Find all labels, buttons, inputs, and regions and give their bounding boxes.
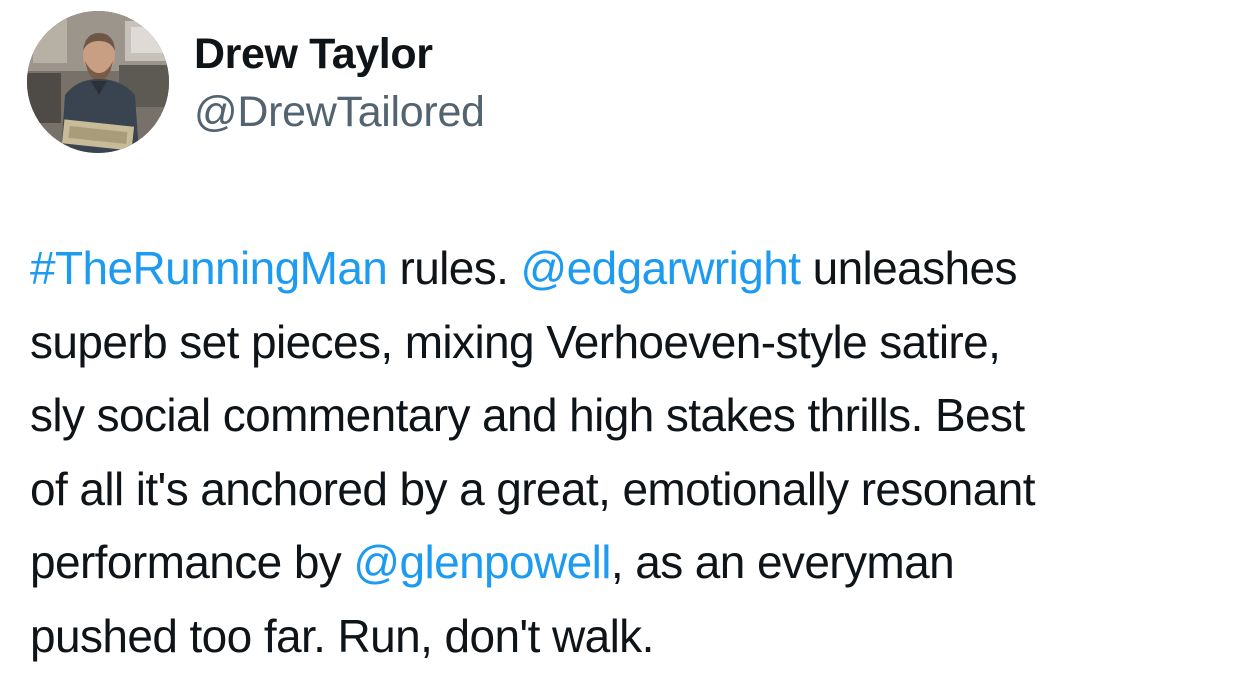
tweet-line: of all it's anchored by a great, emotion… [30,462,1036,515]
tweet-text-segment: rules. [387,242,521,294]
avatar-photo [27,11,169,153]
tweet-line: superb set pieces, mixing Verhoeven-styl… [30,315,1001,368]
mention-link[interactable]: @glenpowell [353,536,611,588]
author-name[interactable]: Drew Taylor [194,28,433,80]
tweet-card: Drew Taylor @DrewTailored #TheRunningMan… [0,0,1248,691]
tweet-line: #TheRunningMan rules. @edgarwright unlea… [30,232,1242,306]
tweet-text-segment: performance by [30,536,354,589]
author-handle[interactable]: @DrewTailored [194,86,485,138]
tweet-text: #TheRunningMan rules. @edgarwright unlea… [30,232,1242,674]
tweet-line: sly social commentary and high stakes th… [30,389,1025,442]
tweet-line: pushed too far. Run, don't walk. [30,609,654,662]
tweet-text-segment: , as an everyman [610,536,955,589]
tweet-text-segment: unleashes [800,242,1018,294]
avatar[interactable] [27,11,169,153]
tweet-line: performance by @glenpowell, as an everym… [30,526,1242,600]
mention-link[interactable]: @edgarwright [521,242,801,294]
hashtag-link[interactable]: #TheRunningMan [30,242,388,294]
